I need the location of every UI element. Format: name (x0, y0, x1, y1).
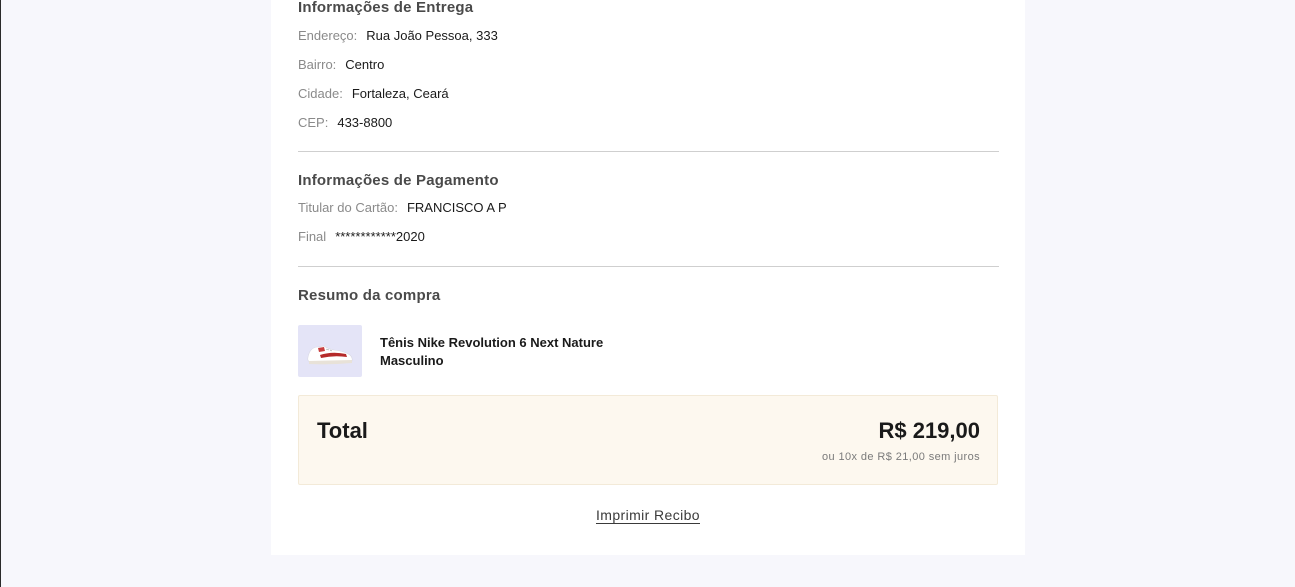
zip-value: 433-8800 (337, 115, 393, 130)
receipt-card: Informações de Entrega Endereço: Rua Joã… (271, 0, 1025, 555)
payment-section: Informações de Pagamento Titular do Cart… (298, 172, 998, 258)
district-label: Bairro: (298, 57, 337, 72)
total-label: Total (317, 418, 368, 443)
card-final-row: Final ************2020 (298, 229, 998, 258)
district-row: Bairro: Centro (298, 57, 998, 86)
card-final-value: ************2020 (335, 229, 425, 244)
city-label: Cidade: (298, 86, 343, 101)
city-row: Cidade: Fortaleza, Ceará (298, 86, 998, 115)
card-holder-value: FRANCISCO A P (406, 200, 507, 215)
summary-section: Resumo da compra (298, 287, 998, 304)
product-name[interactable]: Tênis Nike Revolution 6 Next Nature Masc… (380, 334, 650, 370)
print-receipt-container: Imprimir Recibo (271, 507, 1025, 523)
card-holder-row: Titular do Cartão: FRANCISCO A P (298, 200, 998, 229)
district-value: Centro (345, 57, 385, 72)
product-item: Tênis Nike Revolution 6 Next Nature Masc… (298, 325, 650, 377)
address-value: Rua João Pessoa, 333 (366, 28, 498, 43)
installments-text: ou 10x de R$ 21,00 sem juros (822, 451, 980, 463)
divider (298, 151, 999, 152)
card-holder-label: Titular do Cartão: (298, 200, 398, 215)
zip-label: CEP: (298, 115, 329, 130)
total-box: Total R$ 219,00 ou 10x de R$ 21,00 sem j… (298, 395, 998, 485)
sneaker-icon (307, 345, 353, 365)
product-thumbnail (298, 325, 362, 377)
print-receipt-link[interactable]: Imprimir Recibo (596, 507, 700, 523)
summary-title: Resumo da compra (298, 287, 441, 304)
total-amount: R$ 219,00 (878, 418, 980, 443)
delivery-title: Informações de Entrega (298, 0, 474, 16)
city-value: Fortaleza, Ceará (351, 86, 449, 101)
payment-title: Informações de Pagamento (298, 172, 499, 189)
delivery-section: Informações de Entrega Endereço: Rua Joã… (298, 0, 998, 144)
address-label: Endereço: (298, 28, 358, 43)
divider (298, 266, 999, 267)
address-row: Endereço: Rua João Pessoa, 333 (298, 28, 998, 57)
card-final-label: Final (298, 229, 327, 244)
zip-row: CEP: 433-8800 (298, 115, 998, 144)
